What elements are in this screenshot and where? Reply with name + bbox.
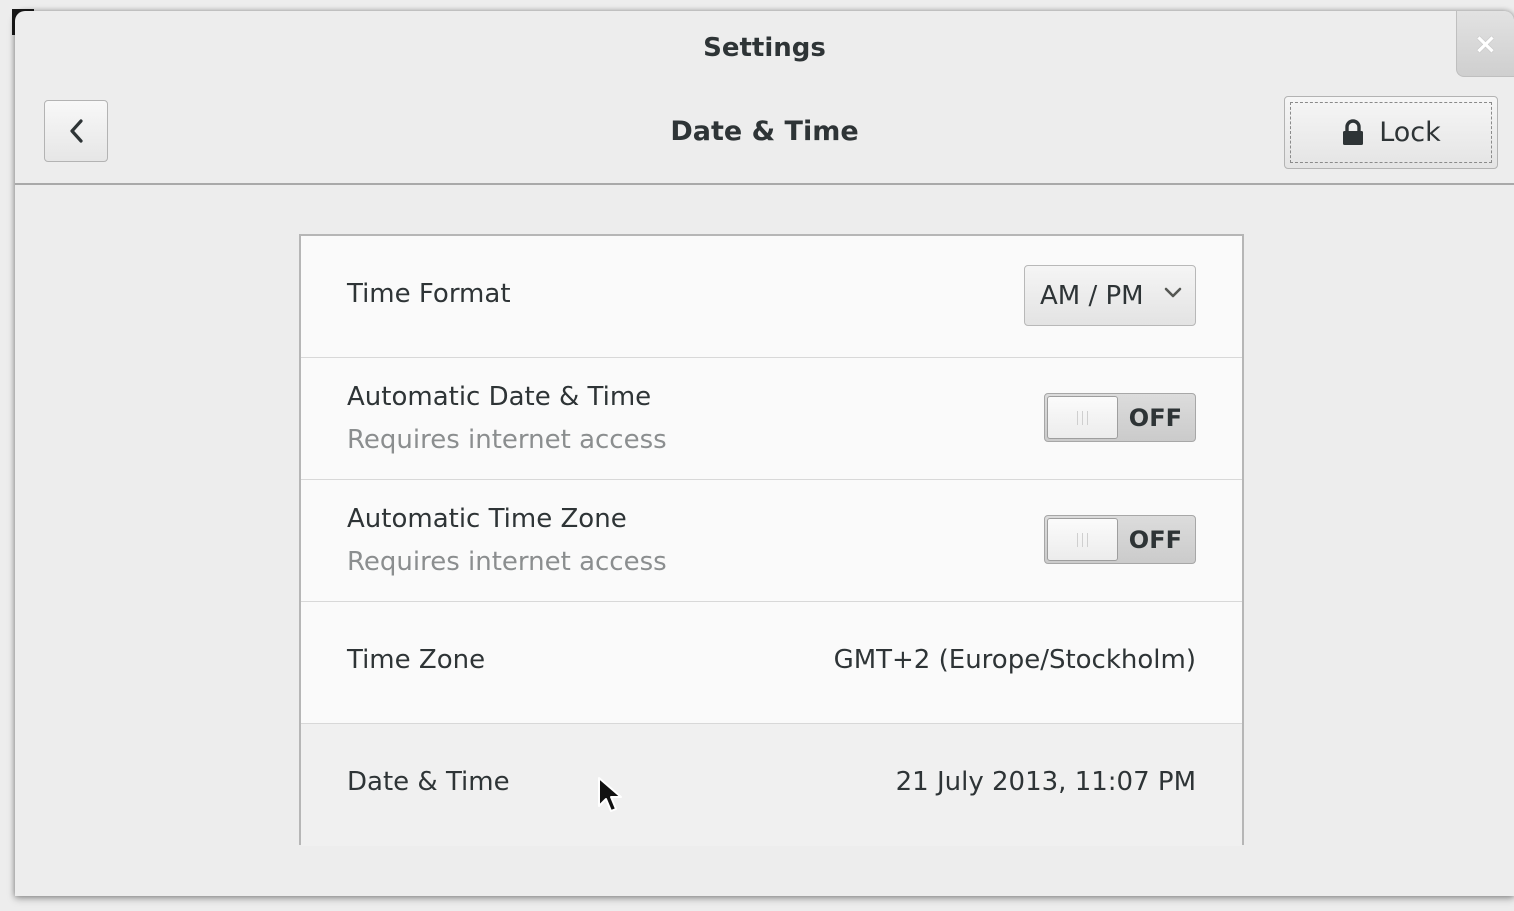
date-time-value: 21 July 2013, 11:07 PM bbox=[895, 767, 1196, 797]
switch-state-label: OFF bbox=[1128, 404, 1182, 432]
header-bar: Date & Time Lock bbox=[15, 83, 1514, 185]
chevron-down-icon bbox=[1164, 287, 1182, 298]
close-button[interactable]: × bbox=[1456, 11, 1514, 77]
grip-icon bbox=[1077, 532, 1088, 547]
automatic-date-time-label: Automatic Date & Time bbox=[347, 382, 652, 412]
switch-state-label: OFF bbox=[1128, 526, 1182, 554]
time-format-selected-value: AM / PM bbox=[1040, 280, 1144, 311]
close-icon: × bbox=[1473, 27, 1498, 60]
lock-icon bbox=[1343, 118, 1364, 145]
lock-button-focus-ring: Lock bbox=[1290, 102, 1492, 163]
lock-button[interactable]: Lock bbox=[1284, 96, 1498, 169]
date-time-label: Date & Time bbox=[347, 767, 510, 797]
grip-icon bbox=[1077, 410, 1088, 425]
window-title: Settings bbox=[703, 33, 826, 63]
time-zone-label: Time Zone bbox=[347, 645, 486, 675]
titlebar[interactable]: Settings × bbox=[15, 11, 1514, 83]
automatic-date-time-switch[interactable]: OFF bbox=[1044, 393, 1196, 442]
list-item-time-format: Time Format AM / PM bbox=[301, 236, 1242, 358]
automatic-time-zone-sublabel: Requires internet access bbox=[347, 547, 667, 577]
list-item-date-time[interactable]: Date & Time 21 July 2013, 11:07 PM bbox=[301, 724, 1242, 846]
list-item-automatic-time-zone[interactable]: Automatic Time Zone Requires internet ac… bbox=[301, 480, 1242, 602]
time-format-label: Time Format bbox=[347, 279, 511, 309]
automatic-time-zone-switch[interactable]: OFF bbox=[1044, 515, 1196, 564]
mouse-pointer-icon bbox=[598, 777, 622, 812]
automatic-time-zone-label: Automatic Time Zone bbox=[347, 504, 627, 534]
automatic-date-time-sublabel: Requires internet access bbox=[347, 425, 667, 455]
settings-window: Settings × Date & Time Lock Time Format bbox=[15, 11, 1514, 896]
settings-list: Time Format AM / PM Automatic Date & Tim… bbox=[299, 234, 1244, 846]
switch-knob[interactable] bbox=[1047, 518, 1118, 561]
list-item-time-zone[interactable]: Time Zone GMT+2 (Europe/Stockholm) bbox=[301, 602, 1242, 724]
list-item-automatic-date-time[interactable]: Automatic Date & Time Requires internet … bbox=[301, 358, 1242, 480]
time-format-dropdown[interactable]: AM / PM bbox=[1024, 265, 1196, 326]
time-zone-value: GMT+2 (Europe/Stockholm) bbox=[833, 645, 1196, 675]
lock-button-label: Lock bbox=[1379, 117, 1441, 148]
switch-knob[interactable] bbox=[1047, 396, 1118, 439]
